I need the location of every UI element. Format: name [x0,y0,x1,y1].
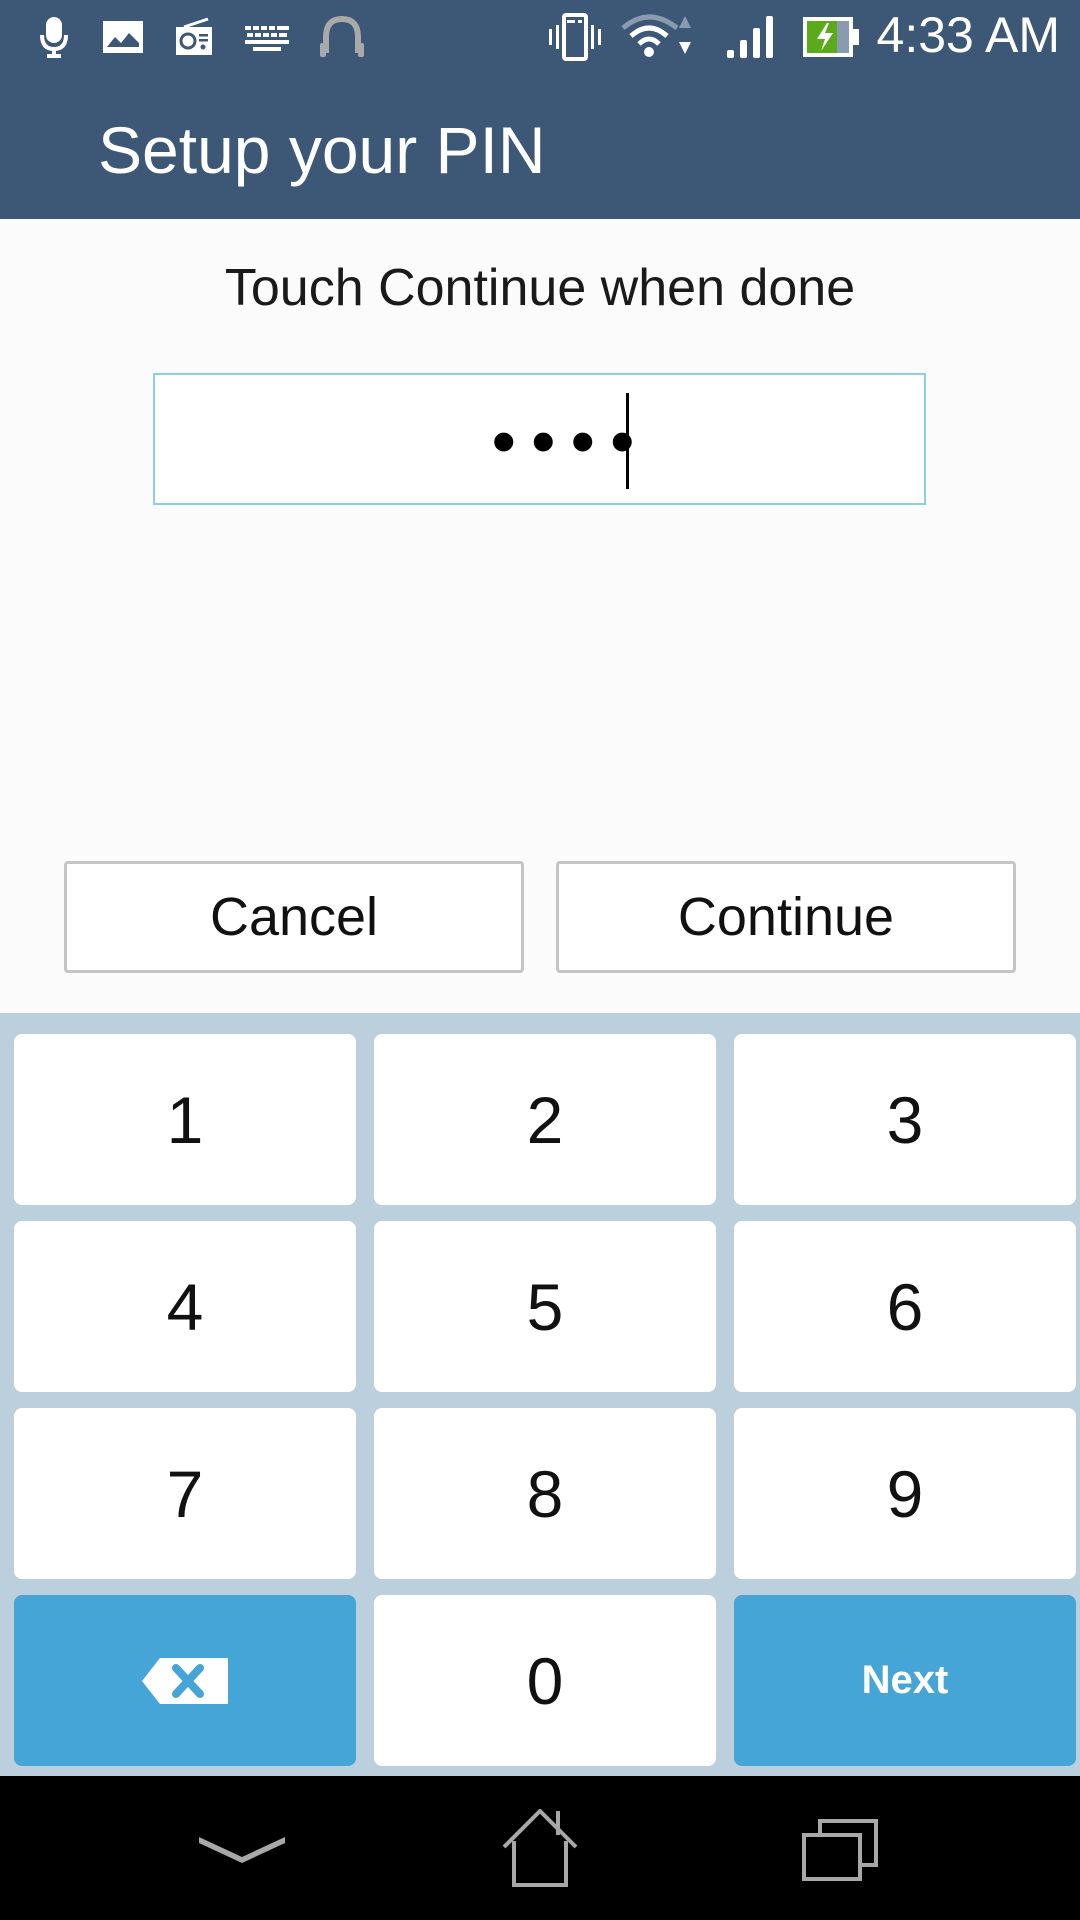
wifi-icon [620,14,702,60]
image-icon [101,14,145,60]
signal-icon [722,14,778,60]
headphones-icon [316,14,368,60]
key-1[interactable]: 1 [14,1034,356,1205]
battery-charging-icon [800,14,864,60]
key-0[interactable]: 0 [374,1595,716,1766]
home-button[interactable] [480,1806,600,1896]
instruction-text: Touch Continue when done [224,259,856,317]
backspace-key[interactable] [14,1595,356,1766]
recent-apps-button[interactable] [780,1806,900,1896]
vibrate-icon [546,13,604,61]
status-time: 4:33 AM [876,7,1060,63]
next-label: Next [861,1658,949,1702]
navigation-bar [0,1776,1080,1920]
back-button[interactable] [182,1806,302,1896]
key-5[interactable]: 5 [374,1221,716,1392]
continue-button[interactable]: Continue [556,861,1016,973]
numeric-keypad: 1 2 3 4 5 6 7 8 9 0 Next [0,1013,1080,1776]
key-6[interactable]: 6 [734,1221,1076,1392]
backspace-icon [142,1643,228,1719]
key-3[interactable]: 3 [734,1034,1076,1205]
cancel-button[interactable]: Cancel [64,861,524,973]
key-8[interactable]: 8 [374,1408,716,1579]
pin-masked-value: •••• [491,402,650,480]
app-bar: Setup your PIN [0,74,1080,219]
page-title: Setup your PIN [98,113,546,187]
key-9[interactable]: 9 [734,1408,1076,1579]
key-2[interactable]: 2 [374,1034,716,1205]
home-icon [500,1807,580,1894]
radio-icon [172,14,216,60]
pin-input[interactable]: •••• [153,373,926,505]
status-bar: 4:33 AM [0,0,1080,74]
keyboard-icon [244,14,290,60]
text-cursor [626,393,629,489]
key-7[interactable]: 7 [14,1408,356,1579]
next-key[interactable]: Next [734,1595,1076,1766]
recent-apps-icon [800,1817,880,1886]
back-icon [197,1829,287,1874]
pin-setup-content: Touch Continue when done •••• Cancel Con… [0,219,1080,1013]
microphone-icon [34,14,74,60]
key-4[interactable]: 4 [14,1221,356,1392]
